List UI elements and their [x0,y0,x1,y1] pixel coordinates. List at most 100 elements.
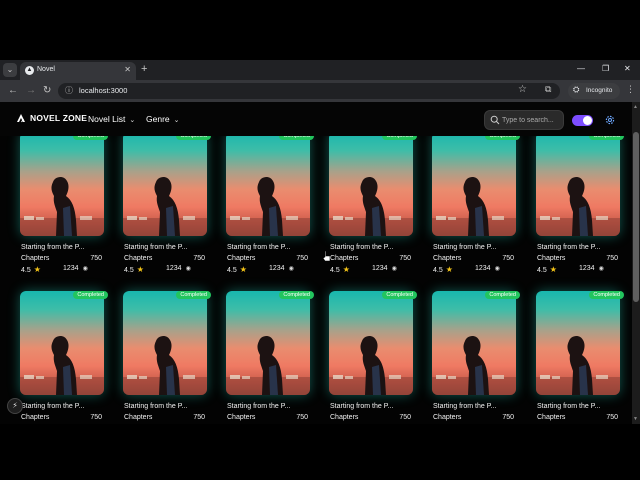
novel-cover[interactable] [20,132,104,236]
status-badge: Completed [176,291,211,299]
views: 1234 ◉ [372,265,397,272]
novel-title[interactable]: Starting from the P... [433,403,517,410]
chapters-count: 750 [606,414,618,421]
nav-novel-list[interactable]: Novel List ⌄ [88,114,135,124]
views: 1234 ◉ [166,265,191,272]
gear-icon[interactable] [604,114,616,126]
close-window-icon[interactable]: ✕ [624,64,631,73]
status-badge: Completed [382,291,417,299]
logo-icon [17,114,25,123]
nav-genre-label: Genre [146,114,170,124]
novel-cover[interactable] [329,132,413,236]
novel-cover[interactable] [20,291,104,395]
theme-toggle[interactable] [572,115,593,126]
chevron-down-icon: ⌄ [129,117,136,124]
star-icon: ★ [33,265,41,274]
brand-name: NOVEL ZONE [30,113,88,123]
views: 1234 ◉ [269,265,294,272]
scrollbar[interactable]: ▲ ▼ [632,102,640,424]
novel-cover[interactable] [226,132,310,236]
novel-title[interactable]: Starting from the P... [227,244,311,251]
letterbox-bottom [0,424,640,480]
eye-icon: ◉ [185,266,191,272]
chapters-label: Chapters [433,255,462,262]
lightning-icon[interactable]: ⚡ [7,398,23,414]
novel-cover[interactable] [123,291,207,395]
chapters-count: 750 [502,414,514,421]
novel-cover[interactable] [226,291,310,395]
eye-icon: ◉ [82,266,88,272]
nav-novel-list-label: Novel List [88,114,126,124]
incognito-indicator[interactable]: ⛭ Incognito [568,83,620,99]
novel-title[interactable]: Starting from the P... [21,244,105,251]
novel-cover[interactable] [329,291,413,395]
novel-title[interactable]: Starting from the P... [537,244,621,251]
novel-title[interactable]: Starting from the P... [537,403,621,410]
novel-title[interactable]: Starting from the P... [124,403,208,410]
novel-title[interactable]: Starting from the P... [227,403,311,410]
favicon: ▲ [25,66,34,75]
novel-cover[interactable] [123,132,207,236]
nav-genre[interactable]: Genre ⌄ [146,114,180,124]
extensions-icon[interactable]: ⧉ [545,84,551,95]
site-logo[interactable]: NOVEL ZONE [16,113,87,123]
scroll-thumb[interactable] [633,132,639,302]
minimize-icon[interactable]: — [577,64,585,73]
views-count: 1234 [166,265,182,272]
chapters-count: 750 [296,414,308,421]
novel-cover[interactable] [432,132,516,236]
address-bar[interactable]: ⓘ localhost:3000 ☆ [58,83,560,99]
chapters-label: Chapters [21,414,50,421]
novel-title[interactable]: Starting from the P... [330,244,414,251]
star-icon[interactable]: ☆ [518,84,527,95]
back-icon[interactable]: ← [8,84,18,98]
forward-icon[interactable]: → [26,84,36,98]
browser-tab[interactable]: ▲ Novel ✕ [20,62,136,80]
restore-icon[interactable]: ❐ [602,64,609,73]
chapters-label: Chapters [330,255,359,262]
reload-icon[interactable]: ↻ [43,84,51,98]
chapters-label: Chapters [537,255,566,262]
letterbox-top [0,0,640,60]
toggle-knob [583,116,592,125]
novel-title[interactable]: Starting from the P... [330,403,414,410]
chapters-label: Chapters [227,255,256,262]
chapters-count: 750 [193,414,205,421]
rating: 4.5 ★ [330,265,350,274]
scroll-up-icon[interactable]: ▲ [633,104,638,110]
rating-value: 4.5 [21,267,31,274]
novel-cover[interactable] [536,132,620,236]
close-icon[interactable]: ✕ [124,65,131,74]
search-input[interactable] [502,113,562,127]
star-icon: ★ [445,265,453,274]
chapters-count: 750 [399,255,411,262]
chapters-label: Chapters [124,255,153,262]
novel-cover[interactable] [536,291,620,395]
chapters-count: 750 [606,255,618,262]
status-badge: Completed [589,291,624,299]
more-icon[interactable]: ⋮ [626,84,635,95]
chapters-count: 750 [90,255,102,262]
novel-cover[interactable] [432,291,516,395]
search-box[interactable] [484,110,564,130]
scroll-down-icon[interactable]: ▼ [633,416,638,422]
tab-list-icon[interactable]: ⌄ [3,63,17,77]
star-icon: ★ [549,265,557,274]
eye-icon: ◉ [288,266,294,272]
novel-title[interactable]: Starting from the P... [124,244,208,251]
novel-title[interactable]: Starting from the P... [21,403,105,410]
url-text[interactable]: localhost:3000 [79,86,127,95]
rating-value: 4.5 [537,267,547,274]
rating: 4.5 ★ [124,265,144,274]
site-info-icon[interactable]: ⓘ [65,85,73,96]
page-viewport: Completed Starting from the P... Chapters 7… [0,102,632,424]
chapters-label: Chapters [227,414,256,421]
eye-icon: ◉ [598,266,604,272]
status-badge: Completed [279,291,314,299]
novel-title[interactable]: Starting from the P... [433,244,517,251]
views-count: 1234 [579,265,595,272]
status-badge: Completed [485,291,520,299]
plus-icon[interactable]: + [141,63,147,75]
rating: 4.5 ★ [227,265,247,274]
star-icon: ★ [239,265,247,274]
